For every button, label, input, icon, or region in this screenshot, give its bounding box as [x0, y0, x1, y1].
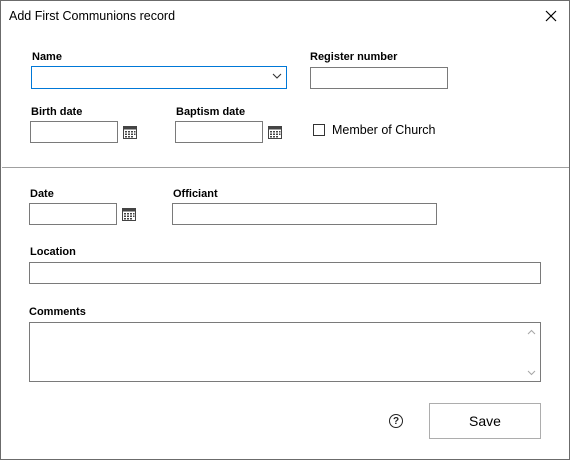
window-title: Add First Communions record	[9, 9, 176, 23]
scroll-up-icon[interactable]	[527, 329, 536, 335]
register-number-input[interactable]	[310, 67, 448, 89]
close-button[interactable]	[539, 4, 563, 28]
section-divider	[2, 167, 569, 168]
dialog-window: Add First Communions record Name Registe…	[0, 0, 570, 460]
date-input[interactable]	[29, 203, 117, 225]
comments-textarea[interactable]	[29, 322, 541, 382]
help-glyph: ?	[392, 415, 400, 427]
location-input[interactable]	[29, 262, 541, 284]
baptism-date-label: Baptism date	[176, 106, 246, 118]
help-icon[interactable]: ?	[389, 414, 403, 428]
register-number-label: Register number	[310, 51, 398, 63]
calendar-icon[interactable]	[123, 125, 137, 139]
member-of-church-label[interactable]: Member of Church	[332, 123, 436, 137]
name-combobox[interactable]	[31, 66, 287, 89]
officiant-input[interactable]	[172, 203, 437, 225]
baptism-date-input[interactable]	[175, 121, 263, 143]
name-label: Name	[32, 51, 62, 63]
birth-date-input[interactable]	[30, 121, 118, 143]
comments-label: Comments	[29, 306, 86, 318]
date-label: Date	[30, 188, 54, 200]
scroll-down-icon[interactable]	[527, 370, 536, 376]
location-label: Location	[30, 246, 76, 258]
member-of-church-checkbox[interactable]	[313, 124, 325, 136]
save-button[interactable]: Save	[429, 403, 541, 439]
chevron-down-icon[interactable]	[272, 72, 282, 80]
save-button-label: Save	[469, 413, 501, 429]
officiant-label: Officiant	[173, 188, 218, 200]
title-bar: Add First Communions record	[1, 1, 569, 31]
calendar-icon[interactable]	[268, 125, 282, 139]
calendar-icon[interactable]	[122, 207, 136, 221]
close-icon	[545, 10, 557, 22]
birth-date-label: Birth date	[31, 106, 83, 118]
